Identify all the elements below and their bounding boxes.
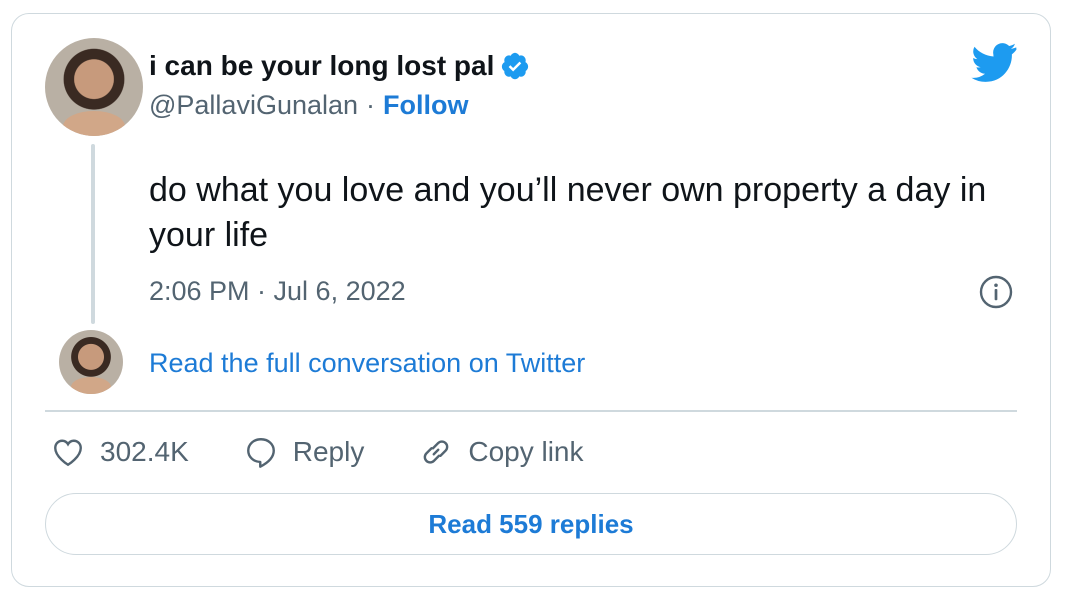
handle-separator: · [366,90,376,120]
read-replies-button[interactable]: Read 559 replies [45,493,1017,555]
conversation-avatar[interactable] [59,330,123,394]
action-bar: 302.4K Reply Copy link [50,434,638,470]
author-name[interactable]: i can be your long lost pal [149,50,494,82]
verified-badge-icon [502,52,529,80]
author-handle-row: @PallaviGunalan · Follow [149,90,469,121]
divider [45,410,1017,412]
reply-bubble-icon [246,438,275,468]
reply-button[interactable]: Reply [243,434,365,470]
author-handle[interactable]: @PallaviGunalan [149,90,358,121]
tweet-text: do what you love and you’ll never own pr… [149,171,987,254]
author-name-row: i can be your long lost pal [149,50,530,82]
thread-line [91,144,95,324]
link-icon [424,440,449,464]
tweet-timestamp[interactable]: 2:06 PM · Jul 6, 2022 [149,276,406,307]
copy-link-label: Copy link [468,436,584,467]
heart-icon [54,439,82,467]
copy-link-button[interactable]: Copy link [418,434,584,470]
follow-button[interactable]: Follow [383,90,468,121]
twitter-bird-icon[interactable] [971,42,1017,82]
reply-label: Reply [292,436,365,467]
info-icon[interactable] [978,274,1014,310]
read-conversation-link[interactable]: Read the full conversation on Twitter [149,348,585,379]
author-avatar[interactable] [45,38,143,136]
like-count: 302.4K [100,436,189,467]
tweet-card: i can be your long lost pal @PallaviGuna… [11,13,1051,587]
like-button[interactable]: 302.4K [50,434,189,470]
